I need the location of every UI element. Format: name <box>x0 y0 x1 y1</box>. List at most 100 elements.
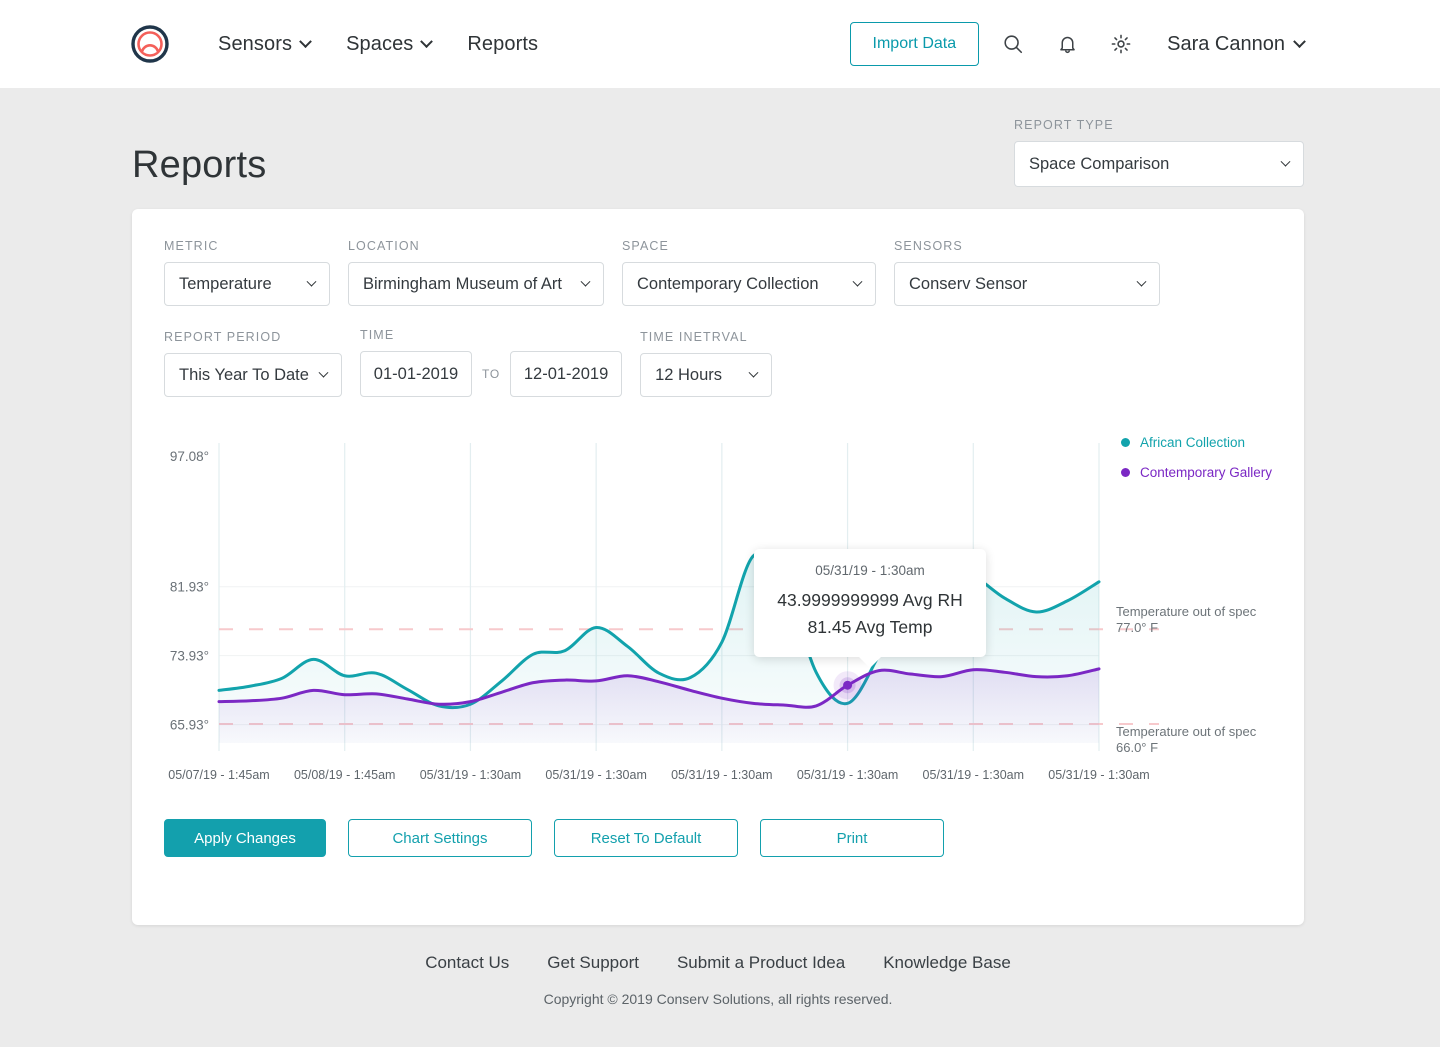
time-interval-field: TIME INETRVAL 12 Hours <box>640 330 773 397</box>
threshold-high-title: Temperature out of spec <box>1116 604 1257 619</box>
chevron-down-icon <box>1280 156 1291 167</box>
legend-item-0[interactable]: African Collection <box>1120 435 1272 450</box>
footer-link-get-support[interactable]: Get Support <box>547 953 639 973</box>
page-body: Reports REPORT TYPE Space Comparison MET… <box>0 88 1440 1007</box>
threshold-label-low: Temperature out of spec 66.0° F <box>1116 724 1276 756</box>
y-axis-tick: 73.93° <box>170 649 209 664</box>
report-card: METRIC Temperature LOCATION Birmingham M… <box>132 209 1304 925</box>
location-select[interactable]: Birmingham Museum of Art <box>348 262 604 306</box>
chevron-down-icon <box>306 276 317 287</box>
report-type-label: REPORT TYPE <box>1014 118 1114 132</box>
time-start-input[interactable]: 01-01-2019 <box>360 351 472 397</box>
metric-select[interactable]: Temperature <box>164 262 330 306</box>
chevron-down-icon <box>748 367 759 378</box>
time-label: TIME <box>360 328 395 342</box>
nav-item-sensors[interactable]: Sensors <box>200 27 328 62</box>
main-nav: Sensors Spaces Reports <box>200 27 556 62</box>
footer-link-contact-us[interactable]: Contact Us <box>425 953 509 973</box>
filter-row-secondary: REPORT PERIOD This Year To Date TIME 01-… <box>164 328 1272 397</box>
x-axis-tick: 05/07/19 - 1:45am <box>168 768 269 782</box>
time-interval-select[interactable]: 12 Hours <box>640 353 773 397</box>
time-interval-value: 12 Hours <box>655 365 723 384</box>
location-label: LOCATION <box>348 239 420 253</box>
footer-links: Contact Us Get Support Submit a Product … <box>132 953 1304 973</box>
metric-field: METRIC Temperature <box>164 239 330 306</box>
page-title: Reports <box>132 144 267 186</box>
threshold-label-high: Temperature out of spec 77.0° F <box>1116 604 1276 636</box>
time-field: TIME 01-01-2019 TO 12-01-2019 <box>360 328 623 397</box>
legend-color-dot <box>1120 468 1130 477</box>
time-range-group: 01-01-2019 TO 12-01-2019 <box>360 351 623 397</box>
report-type-block: REPORT TYPE Space Comparison <box>1014 118 1304 187</box>
tooltip-date: 05/31/19 - 1:30am <box>815 563 925 578</box>
page-header-row: Reports REPORT TYPE Space Comparison <box>132 88 1304 187</box>
search-icon[interactable] <box>993 24 1033 64</box>
bell-icon[interactable] <box>1047 24 1087 64</box>
x-axis-tick: 05/31/19 - 1:30am <box>545 768 646 782</box>
y-axis-tick: 81.93° <box>170 580 209 595</box>
nav-item-sensors-label: Sensors <box>218 32 293 55</box>
metric-label: METRIC <box>164 239 219 253</box>
print-button[interactable]: Print <box>760 819 944 857</box>
sensors-value: Conserv Sensor <box>909 274 1028 293</box>
chevron-down-icon <box>420 34 434 48</box>
time-end-input[interactable]: 12-01-2019 <box>510 351 623 397</box>
chevron-down-icon <box>318 367 329 378</box>
footer-link-knowledge-base[interactable]: Knowledge Base <box>883 953 1011 973</box>
x-axis-tick: 05/31/19 - 1:30am <box>923 768 1024 782</box>
legend-label: African Collection <box>1139 435 1245 450</box>
y-axis-tick: 65.93° <box>170 718 209 733</box>
location-value: Birmingham Museum of Art <box>363 274 562 293</box>
report-type-select[interactable]: Space Comparison <box>1014 141 1304 187</box>
page-footer: Contact Us Get Support Submit a Product … <box>132 953 1304 1007</box>
user-menu[interactable]: Sara Cannon <box>1167 32 1306 56</box>
reset-to-default-button[interactable]: Reset To Default <box>554 819 738 857</box>
x-axis-tick: 05/31/19 - 1:30am <box>671 768 772 782</box>
report-period-field: REPORT PERIOD This Year To Date <box>164 330 342 397</box>
report-period-label: REPORT PERIOD <box>164 330 282 344</box>
import-data-button[interactable]: Import Data <box>849 22 980 66</box>
chevron-down-icon <box>1293 34 1306 48</box>
location-field: LOCATION Birmingham Museum of Art <box>348 239 604 306</box>
space-select[interactable]: Contemporary Collection <box>622 262 876 306</box>
threshold-high-value: 77.0° F <box>1116 620 1159 635</box>
report-type-value: Space Comparison <box>1029 154 1170 173</box>
footer-link-submit-idea[interactable]: Submit a Product Idea <box>677 953 845 973</box>
time-interval-label: TIME INETRVAL <box>640 330 748 344</box>
chevron-down-icon <box>852 276 863 287</box>
chart-tooltip: 05/31/19 - 1:30am 43.9999999999 Avg RH 8… <box>754 549 986 668</box>
user-name-label: Sara Cannon <box>1167 32 1285 55</box>
metric-value: Temperature <box>179 274 272 293</box>
chart-hover-point <box>843 680 853 690</box>
legend-item-1[interactable]: Contemporary Gallery <box>1120 465 1272 480</box>
gear-icon[interactable] <box>1101 24 1141 64</box>
legend-label: Contemporary Gallery <box>1139 465 1272 480</box>
report-period-select[interactable]: This Year To Date <box>164 353 342 397</box>
x-axis-tick: 05/31/19 - 1:30am <box>1048 768 1149 782</box>
chart-settings-button[interactable]: Chart Settings <box>348 819 532 857</box>
chevron-down-icon <box>1136 276 1147 287</box>
nav-item-spaces-label: Spaces <box>346 32 414 55</box>
tooltip-humidity: 43.9999999999 Avg RH <box>777 590 963 610</box>
conserv-logo[interactable] <box>128 22 172 66</box>
tooltip-arrow <box>858 656 882 668</box>
tooltip-temperature: 81.45 Avg Temp <box>807 617 933 637</box>
sensors-select[interactable]: Conserv Sensor <box>894 262 1160 306</box>
legend-color-dot <box>1120 438 1130 447</box>
space-label: SPACE <box>622 239 669 253</box>
y-axis-tick: 97.08° <box>170 449 209 464</box>
space-value: Contemporary Collection <box>637 274 819 293</box>
copyright-text: Copyright © 2019 Conserv Solutions, all … <box>543 991 893 1007</box>
chart-action-buttons: Apply Changes Chart Settings Reset To De… <box>164 819 1272 857</box>
apply-changes-button[interactable]: Apply Changes <box>164 819 326 857</box>
threshold-low-title: Temperature out of spec <box>1116 724 1257 739</box>
nav-item-spaces[interactable]: Spaces <box>328 27 449 62</box>
sensors-label: SENSORS <box>894 239 963 253</box>
chevron-down-icon <box>299 34 312 48</box>
nav-item-reports[interactable]: Reports <box>449 27 556 62</box>
x-axis-tick: 05/31/19 - 1:30am <box>420 768 521 782</box>
sensors-field: SENSORS Conserv Sensor <box>894 239 1160 306</box>
time-to-label: TO <box>482 367 501 381</box>
report-period-value: This Year To Date <box>179 365 309 384</box>
top-navigation-bar: Sensors Spaces Reports Import Data Sara … <box>0 0 1440 88</box>
